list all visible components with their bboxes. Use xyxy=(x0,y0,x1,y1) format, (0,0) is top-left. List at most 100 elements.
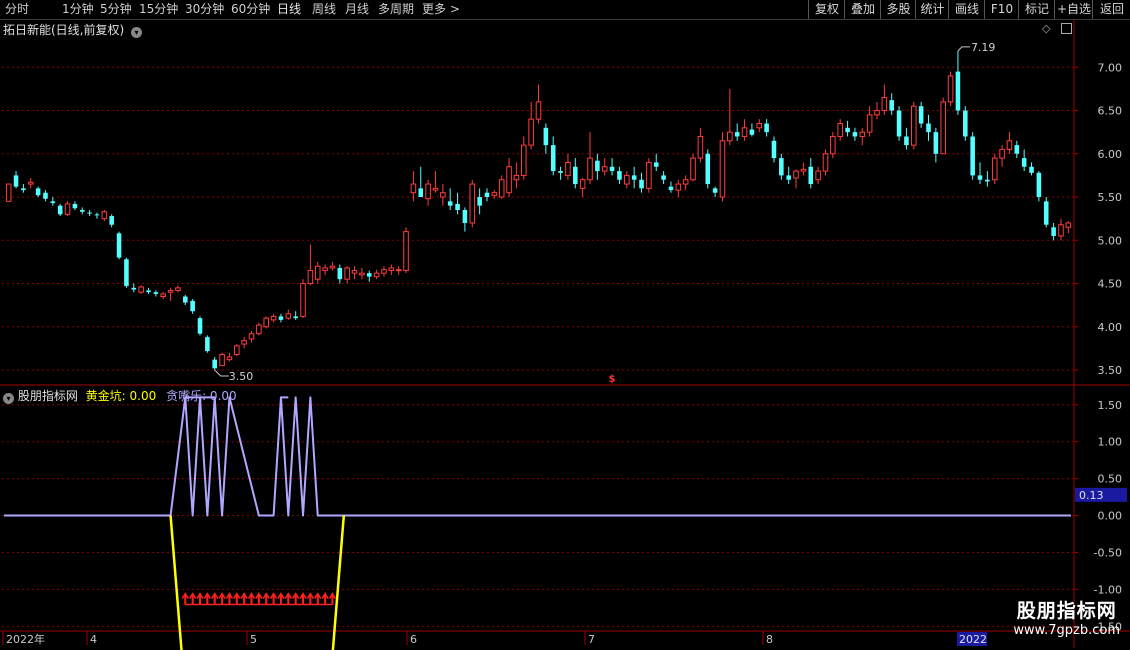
candle-body xyxy=(741,127,748,137)
watermark-name: 股朋指标网 xyxy=(1016,600,1117,622)
candle-body xyxy=(64,203,71,215)
candle-body xyxy=(631,175,637,180)
candle-body xyxy=(72,203,78,209)
candle-body xyxy=(5,183,12,202)
main-y-tick-label: 5.00 xyxy=(1098,234,1123,247)
candle-body xyxy=(183,296,188,303)
candle-body xyxy=(587,157,593,181)
candle-body xyxy=(963,110,968,137)
candle-body xyxy=(293,316,298,319)
candle-body xyxy=(359,272,365,276)
x-axis-label: 4 xyxy=(90,633,97,646)
candle-body xyxy=(455,203,460,210)
candle-body xyxy=(653,162,659,167)
candle-body xyxy=(27,181,34,185)
candle-body xyxy=(786,175,791,180)
candle-body xyxy=(190,300,195,312)
candle-body xyxy=(866,114,873,133)
candle-body xyxy=(263,317,270,328)
indicator-y-tick-label: -0.50 xyxy=(1094,546,1122,559)
candle-body xyxy=(579,179,586,189)
candle-body xyxy=(300,283,306,317)
candle-body xyxy=(21,188,26,191)
candle-body xyxy=(690,157,696,181)
candle-body xyxy=(270,315,277,321)
candle-body xyxy=(248,333,255,340)
gold-pit-line xyxy=(169,515,346,650)
candle-body xyxy=(410,183,417,194)
stock-menu-icon[interactable]: ▾ xyxy=(131,27,143,38)
watermark-url: www.7gpzb.com xyxy=(1013,623,1120,638)
candle-body xyxy=(484,192,490,198)
main-y-tick-label: 6.00 xyxy=(1098,148,1123,161)
candle-body xyxy=(719,140,726,198)
indicator-title: ▾ 股朋指标网 黄金坑: 0.00 贪嘴乐: 0.00 xyxy=(3,387,237,404)
main-y-tick-label: 4.00 xyxy=(1098,321,1123,334)
candle-body xyxy=(447,201,453,206)
candle-body xyxy=(859,131,866,137)
candle-body xyxy=(403,231,409,272)
candle-body xyxy=(881,97,888,112)
watermark: 股朋指标网 www.7gpzb.com xyxy=(1013,596,1120,638)
candle-body xyxy=(734,132,740,137)
window-toggle-icon[interactable] xyxy=(1061,23,1072,34)
greedy-line xyxy=(4,396,1071,517)
candle-body xyxy=(337,267,343,280)
candle-body xyxy=(639,179,644,189)
candle-body xyxy=(1036,172,1042,198)
dividend-marker: $ xyxy=(609,374,616,385)
stock-title-text: 拓日新能(日线,前复权) xyxy=(3,23,125,37)
gold-pit-value: 黄金坑: 0.00 xyxy=(85,389,157,403)
low-label: 3.50 xyxy=(229,370,254,383)
main-y-tick-label: 7.00 xyxy=(1098,61,1123,74)
current-value-badge-text: 0.13 xyxy=(1079,489,1104,502)
candle-body xyxy=(1014,145,1020,154)
candle-body xyxy=(373,272,380,278)
candle-body xyxy=(506,166,512,194)
candle-body xyxy=(874,110,880,116)
candle-body xyxy=(955,71,961,111)
candle-body xyxy=(131,287,137,290)
candle-body xyxy=(815,170,821,181)
candle-body xyxy=(219,353,225,367)
candle-body xyxy=(985,179,990,182)
indicator-y-tick-label: 1.50 xyxy=(1098,399,1123,412)
candle-body xyxy=(1006,140,1013,150)
diamond-icon[interactable]: ◇ xyxy=(1042,22,1050,35)
candle-body xyxy=(558,171,563,173)
candle-body xyxy=(904,136,909,146)
candle-body xyxy=(1043,201,1049,225)
candle-body xyxy=(940,101,947,155)
candle-body xyxy=(153,292,159,294)
candle-body xyxy=(101,211,108,220)
candle-body xyxy=(35,188,41,196)
candle-body xyxy=(845,127,850,133)
candle-body xyxy=(779,158,784,176)
kline-chart-canvas[interactable]: 7.00 6.50 6.00 5.50 5.00 4.50 4.00 3.50 7.19 3.50… xyxy=(0,0,1130,650)
candle-body xyxy=(947,75,954,103)
candle-body xyxy=(822,153,829,172)
candle-body xyxy=(727,131,733,142)
candle-body xyxy=(57,205,63,215)
indicator-y-tick-label: 0.00 xyxy=(1098,510,1123,523)
candle-body xyxy=(138,286,144,293)
candle-body xyxy=(749,129,755,135)
candle-body xyxy=(205,337,210,351)
candle-body xyxy=(918,106,924,124)
candle-body xyxy=(351,270,358,274)
candle-body xyxy=(771,140,777,159)
candle-body xyxy=(646,161,652,189)
indicator-menu-icon[interactable]: ▾ xyxy=(3,393,14,404)
candle-body xyxy=(1065,222,1072,228)
candle-body xyxy=(226,356,233,361)
low-marker xyxy=(214,369,229,377)
candle-body xyxy=(624,174,630,185)
candle-body xyxy=(395,269,402,272)
indicator-y-tick-label: 1.00 xyxy=(1098,436,1123,449)
candle-body xyxy=(109,216,114,225)
main-y-tick-label: 6.50 xyxy=(1098,105,1123,118)
candle-body xyxy=(234,345,240,355)
candle-body xyxy=(991,157,998,181)
high-marker xyxy=(957,46,970,52)
candle-body xyxy=(756,123,763,129)
